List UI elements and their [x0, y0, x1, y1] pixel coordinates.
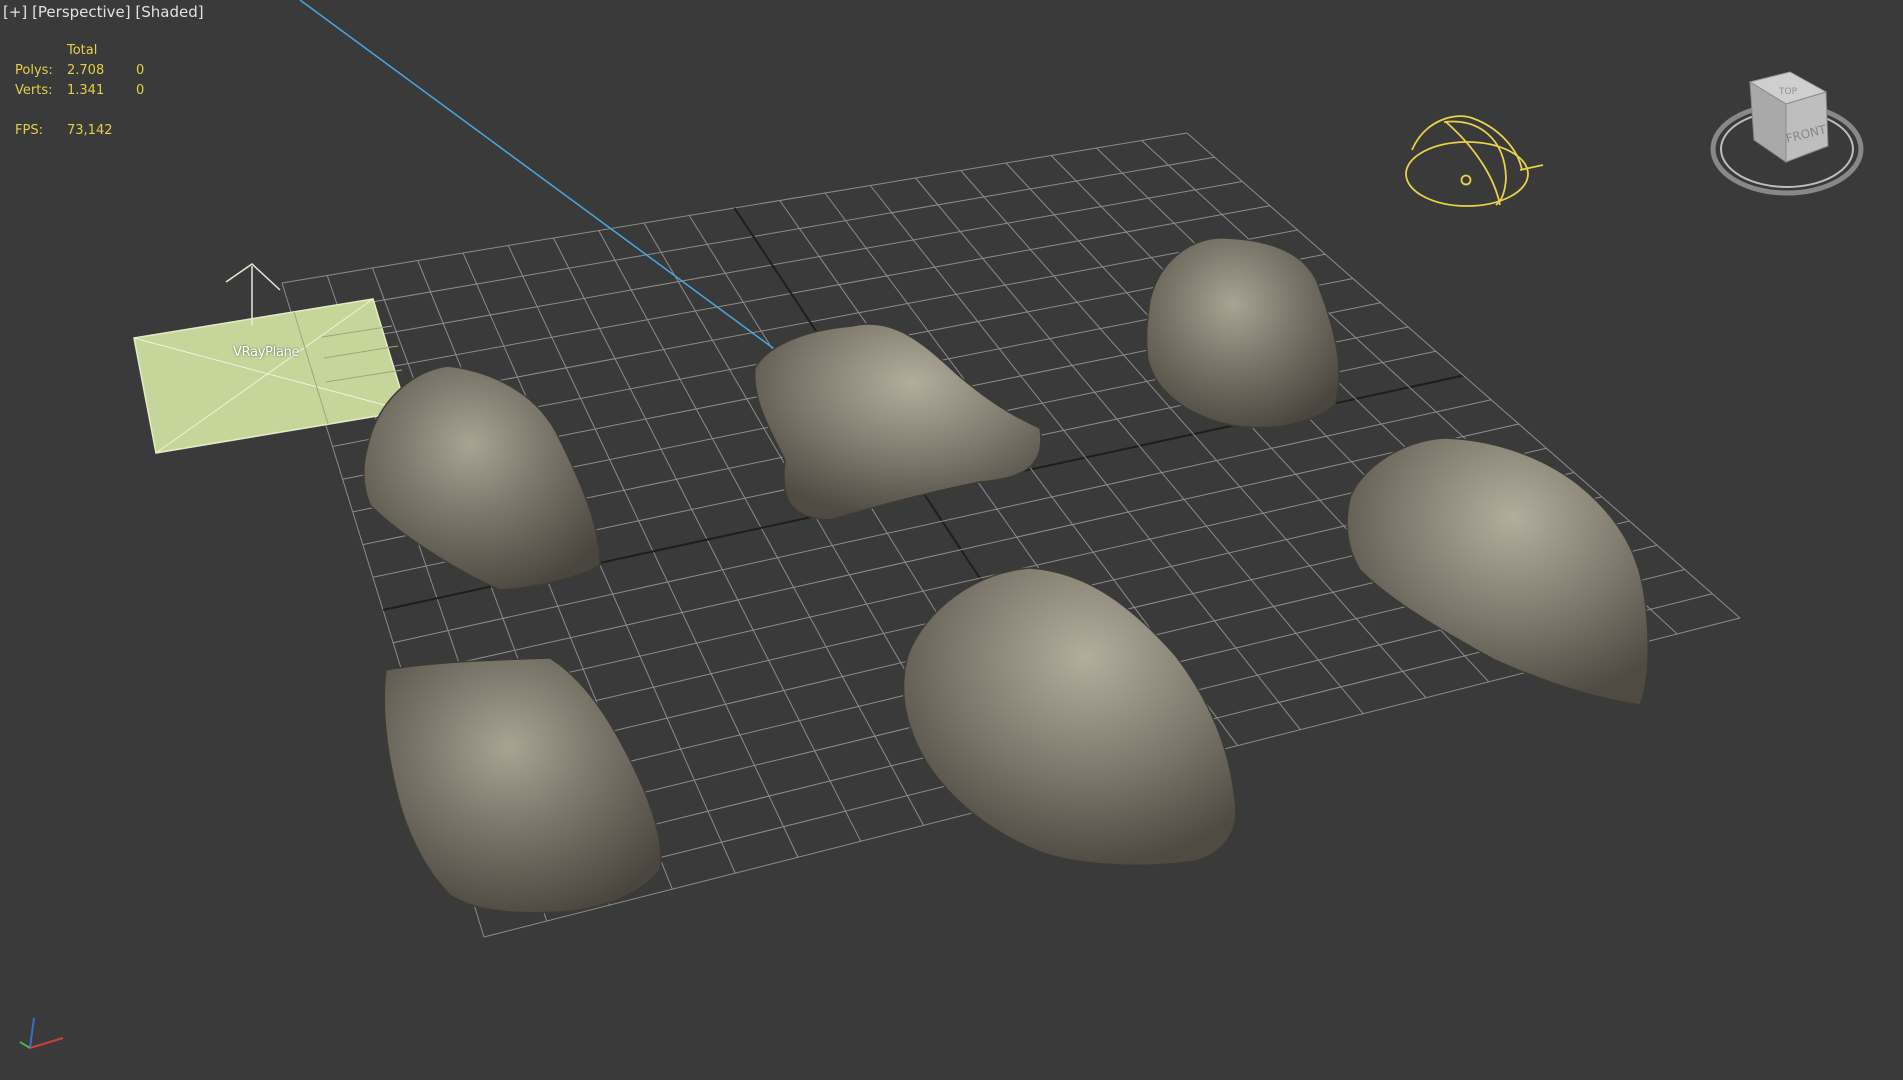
- viewport-menu-perspective[interactable]: [Perspective]: [32, 3, 131, 21]
- stats-verts-selected: 0: [136, 83, 145, 98]
- stats-header: Total: [67, 43, 98, 58]
- viewcube[interactable]: TOP FRONT: [1710, 71, 1864, 196]
- stats-fps-label: FPS:: [15, 123, 43, 138]
- viewport-menu-shading[interactable]: [Shaded]: [135, 3, 203, 21]
- stats-fps-value: 73,142: [67, 123, 113, 138]
- viewport-menu-plus[interactable]: [+]: [3, 3, 27, 21]
- stats-verts-total: 1.341: [67, 83, 105, 98]
- viewport-label[interactable]: [+] [Perspective] [Shaded]: [3, 3, 204, 21]
- light-gizmo[interactable]: [1405, 115, 1544, 207]
- 3d-viewport[interactable]: TOP FRONT [+] [Perspective] [Shaded] Tot…: [0, 0, 1903, 1080]
- axis-tripod: [19, 1017, 64, 1049]
- stats-polys-label: Polys:: [15, 63, 53, 78]
- rock-2[interactable]: [753, 323, 1042, 521]
- stats-polys-total: 2.708: [67, 63, 105, 78]
- rock-6[interactable]: [902, 567, 1237, 866]
- stats-polys-selected: 0: [136, 63, 145, 78]
- viewcube-top-label: TOP: [1778, 87, 1798, 97]
- scene-canvas[interactable]: TOP FRONT: [0, 0, 1903, 1080]
- rock-1[interactable]: [363, 365, 601, 591]
- vray-plane-label: VRayPlane: [233, 345, 300, 360]
- rock-4[interactable]: [1346, 437, 1649, 706]
- rock-5[interactable]: [383, 657, 662, 914]
- stats-verts-label: Verts:: [15, 83, 53, 98]
- rock-3[interactable]: [1145, 237, 1340, 429]
